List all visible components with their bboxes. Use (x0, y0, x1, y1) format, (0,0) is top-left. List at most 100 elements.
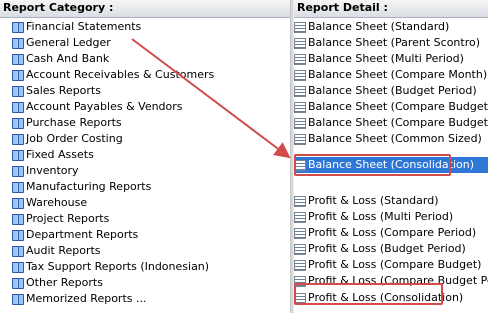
report-icon (294, 21, 306, 33)
report-item[interactable]: Balance Sheet (Compare Month) (294, 67, 488, 83)
report-icon (294, 275, 306, 287)
book-icon (12, 53, 24, 65)
report-item[interactable]: Balance Sheet (Budget Period) (294, 83, 488, 99)
report-item[interactable]: Balance Sheet (Compare Budget Period) (294, 115, 488, 131)
report-icon (294, 195, 306, 207)
report-label: Balance Sheet (Compare Budget) (308, 100, 488, 113)
book-icon (12, 101, 24, 113)
report-category-header: Report Category : (0, 0, 290, 18)
category-label: Warehouse (26, 196, 88, 209)
report-item[interactable]: Profit & Loss (Consolidation) (294, 290, 488, 306)
report-icon (294, 159, 306, 171)
report-item[interactable]: Profit & Loss (Standard) (294, 193, 488, 209)
category-item[interactable]: Project Reports (0, 211, 290, 227)
category-label: General Ledger (26, 36, 111, 49)
category-item[interactable]: Cash And Bank (0, 51, 290, 67)
category-label: Department Reports (26, 228, 139, 241)
report-item[interactable]: Profit & Loss (Multi Period) (294, 209, 488, 225)
report-icon (294, 211, 306, 223)
report-label: Balance Sheet (Compare Budget Period) (308, 116, 488, 129)
report-detail-header: Report Detail : (294, 0, 488, 18)
report-item[interactable]: Balance Sheet (Parent Scontro) (294, 35, 488, 51)
book-icon (12, 21, 24, 33)
category-label: Account Payables & Vendors (26, 100, 183, 113)
category-item[interactable]: Other Reports (0, 275, 290, 291)
report-label: Balance Sheet (Standard) (308, 20, 450, 33)
category-item[interactable]: Account Receivables & Customers (0, 67, 290, 83)
category-item[interactable]: Financial Statements (0, 19, 290, 35)
report-label: Balance Sheet (Compare Month) (308, 68, 488, 81)
report-item[interactable]: Profit & Loss (Compare Budget) (294, 257, 488, 273)
book-icon (12, 181, 24, 193)
report-label: Balance Sheet (Consolidation) (308, 158, 474, 171)
report-item[interactable]: Profit & Loss (Budget Period) (294, 241, 488, 257)
report-item[interactable]: Balance Sheet (Standard) (294, 19, 488, 35)
category-label: Sales Reports (26, 84, 101, 97)
category-label: Tax Support Reports (Indonesian) (26, 260, 210, 273)
report-item[interactable]: Profit & Loss (Compare Budget Period) (294, 273, 488, 289)
book-icon (12, 277, 24, 289)
report-icon (294, 37, 306, 49)
book-icon (12, 213, 24, 225)
book-icon (12, 245, 24, 257)
category-label: Project Reports (26, 212, 110, 225)
report-item[interactable]: Balance Sheet (Compare Budget) (294, 99, 488, 115)
category-label: Other Reports (26, 276, 103, 289)
report-label: Profit & Loss (Compare Budget Period) (308, 274, 488, 287)
book-icon (12, 229, 24, 241)
report-item[interactable]: Balance Sheet (Common Sized) (294, 131, 488, 147)
category-label: Manufacturing Reports (26, 180, 152, 193)
category-item[interactable]: Job Order Costing (0, 131, 290, 147)
report-label: Profit & Loss (Compare Budget) (308, 258, 482, 271)
category-item[interactable]: Memorized Reports ... (0, 291, 290, 307)
category-item[interactable]: Tax Support Reports (Indonesian) (0, 259, 290, 275)
category-item[interactable]: Purchase Reports (0, 115, 290, 131)
category-item[interactable]: Account Payables & Vendors (0, 99, 290, 115)
category-label: Job Order Costing (26, 132, 123, 145)
category-label: Fixed Assets (26, 148, 94, 161)
report-icon (294, 101, 306, 113)
book-icon (12, 69, 24, 81)
report-icon (294, 227, 306, 239)
report-icon (294, 117, 306, 129)
report-detail-panel: Report Detail : Balance Sheet (Standard)… (294, 0, 488, 313)
report-item[interactable]: Profit & Loss (Compare Period) (294, 225, 488, 241)
book-icon (12, 293, 24, 305)
category-label: Purchase Reports (26, 116, 122, 129)
category-label: Account Receivables & Customers (26, 68, 215, 81)
book-icon (12, 117, 24, 129)
book-icon (12, 197, 24, 209)
category-item[interactable]: Manufacturing Reports (0, 179, 290, 195)
report-icon (294, 243, 306, 255)
category-item[interactable]: General Ledger (0, 35, 290, 51)
category-item[interactable]: Warehouse (0, 195, 290, 211)
report-category-panel: Report Category : Financial Statements Ge… (0, 0, 290, 313)
report-icon (294, 53, 306, 65)
book-icon (12, 165, 24, 177)
book-icon (12, 149, 24, 161)
report-item[interactable]: Balance Sheet (Multi Period) (294, 51, 488, 67)
report-label: Profit & Loss (Compare Period) (308, 226, 477, 239)
report-icon (294, 259, 306, 271)
report-label: Profit & Loss (Consolidation) (308, 291, 464, 304)
category-label: Memorized Reports ... (26, 292, 147, 305)
report-label: Balance Sheet (Budget Period) (308, 84, 477, 97)
book-icon (12, 133, 24, 145)
report-icon (294, 85, 306, 97)
report-label: Balance Sheet (Parent Scontro) (308, 36, 481, 49)
report-item[interactable]: Balance Sheet (Consolidation) (294, 157, 488, 173)
report-icon (294, 69, 306, 81)
category-item[interactable]: Department Reports (0, 227, 290, 243)
category-item[interactable]: Audit Reports (0, 243, 290, 259)
category-item[interactable]: Sales Reports (0, 83, 290, 99)
report-label: Profit & Loss (Multi Period) (308, 210, 454, 223)
report-label: Profit & Loss (Standard) (308, 194, 439, 207)
category-label: Audit Reports (26, 244, 101, 257)
report-icon (294, 133, 306, 145)
book-icon (12, 37, 24, 49)
category-item[interactable]: Fixed Assets (0, 147, 290, 163)
category-label: Inventory (26, 164, 79, 177)
book-icon (12, 85, 24, 97)
category-item[interactable]: Inventory (0, 163, 290, 179)
report-label: Balance Sheet (Multi Period) (308, 52, 464, 65)
